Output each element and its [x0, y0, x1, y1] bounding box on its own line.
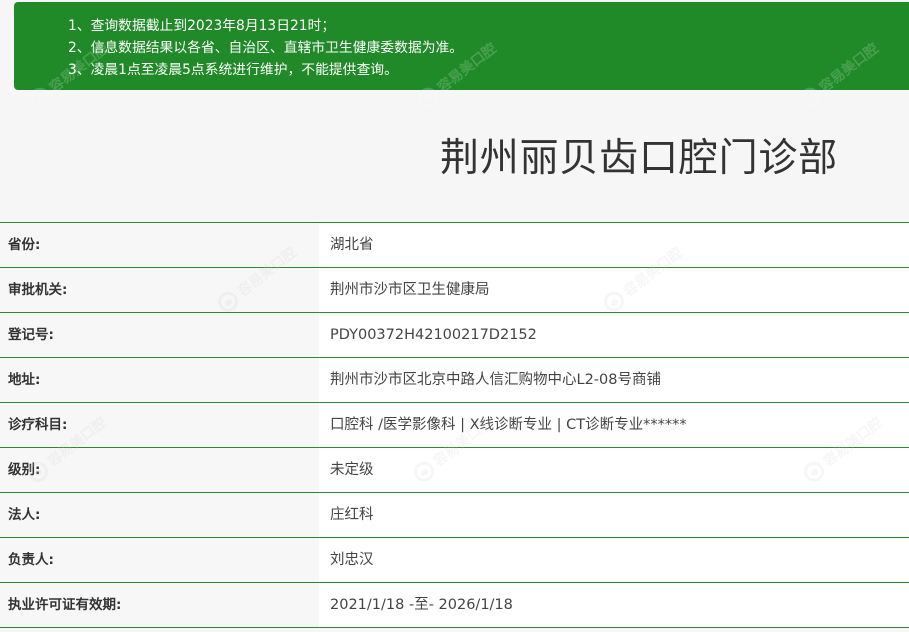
detail-value: 庄红科	[319, 493, 909, 537]
notice-banner: 1、查询数据截止到2023年8月13日21时； 2、信息数据结果以各省、自治区、…	[14, 2, 909, 90]
detail-row-province: 省份: 湖北省	[0, 223, 909, 268]
detail-label: 登记号:	[0, 313, 319, 357]
detail-row-license-validity: 执业许可证有效期: 2021/1/18 -至- 2026/1/18	[0, 583, 909, 628]
notice-lines: 1、查询数据截止到2023年8月13日21时； 2、信息数据结果以各省、自治区、…	[68, 15, 463, 81]
detail-value: 刘忠汉	[319, 538, 909, 582]
notice-line: 3、凌晨1点至凌晨5点系统进行维护，不能提供查询。	[68, 62, 398, 78]
notice-line: 2、信息数据结果以各省、自治区、直辖市卫生健康委数据为准。	[68, 40, 464, 56]
detail-label: 执业许可证有效期:	[0, 583, 319, 627]
detail-row-authority: 审批机关: 荆州市沙市区卫生健康局	[0, 268, 909, 313]
detail-label: 法人:	[0, 493, 319, 537]
detail-row-level: 级别: 未定级	[0, 448, 909, 493]
detail-label: 地址:	[0, 358, 319, 402]
detail-label: 级别:	[0, 448, 319, 492]
detail-value: 荆州市沙市区北京中路人信汇购物中心L2-08号商铺	[319, 358, 909, 402]
detail-row-registration: 登记号: PDY00372H42100217D2152	[0, 313, 909, 358]
detail-label: 审批机关:	[0, 268, 319, 312]
detail-value: 未定级	[319, 448, 909, 492]
detail-value: 荆州市沙市区卫生健康局	[319, 268, 909, 312]
detail-value: PDY00372H42100217D2152	[319, 313, 909, 357]
detail-row-person-in-charge: 负责人: 刘忠汉	[0, 538, 909, 583]
detail-label: 负责人:	[0, 538, 319, 582]
notice-line: 1、查询数据截止到2023年8月13日21时；	[68, 18, 336, 34]
clinic-name: 荆州丽贝齿口腔门诊部	[439, 136, 838, 181]
detail-value: 2021/1/18 -至- 2026/1/18	[319, 583, 909, 627]
detail-row-departments: 诊疗科目: 口腔科 /医学影像科 | X线诊断专业 | CT诊断专业******	[0, 403, 909, 448]
detail-label: 省份:	[0, 223, 319, 267]
detail-row-legal-person: 法人: 庄红科	[0, 493, 909, 538]
detail-value: 口腔科 /医学影像科 | X线诊断专业 | CT诊断专业******	[319, 403, 909, 447]
detail-row-address: 地址: 荆州市沙市区北京中路人信汇购物中心L2-08号商铺	[0, 358, 909, 403]
detail-label: 诊疗科目:	[0, 403, 319, 447]
detail-value: 湖北省	[319, 223, 909, 267]
clinic-details-table: 省份: 湖北省 审批机关: 荆州市沙市区卫生健康局 登记号: PDY00372H…	[0, 222, 909, 628]
